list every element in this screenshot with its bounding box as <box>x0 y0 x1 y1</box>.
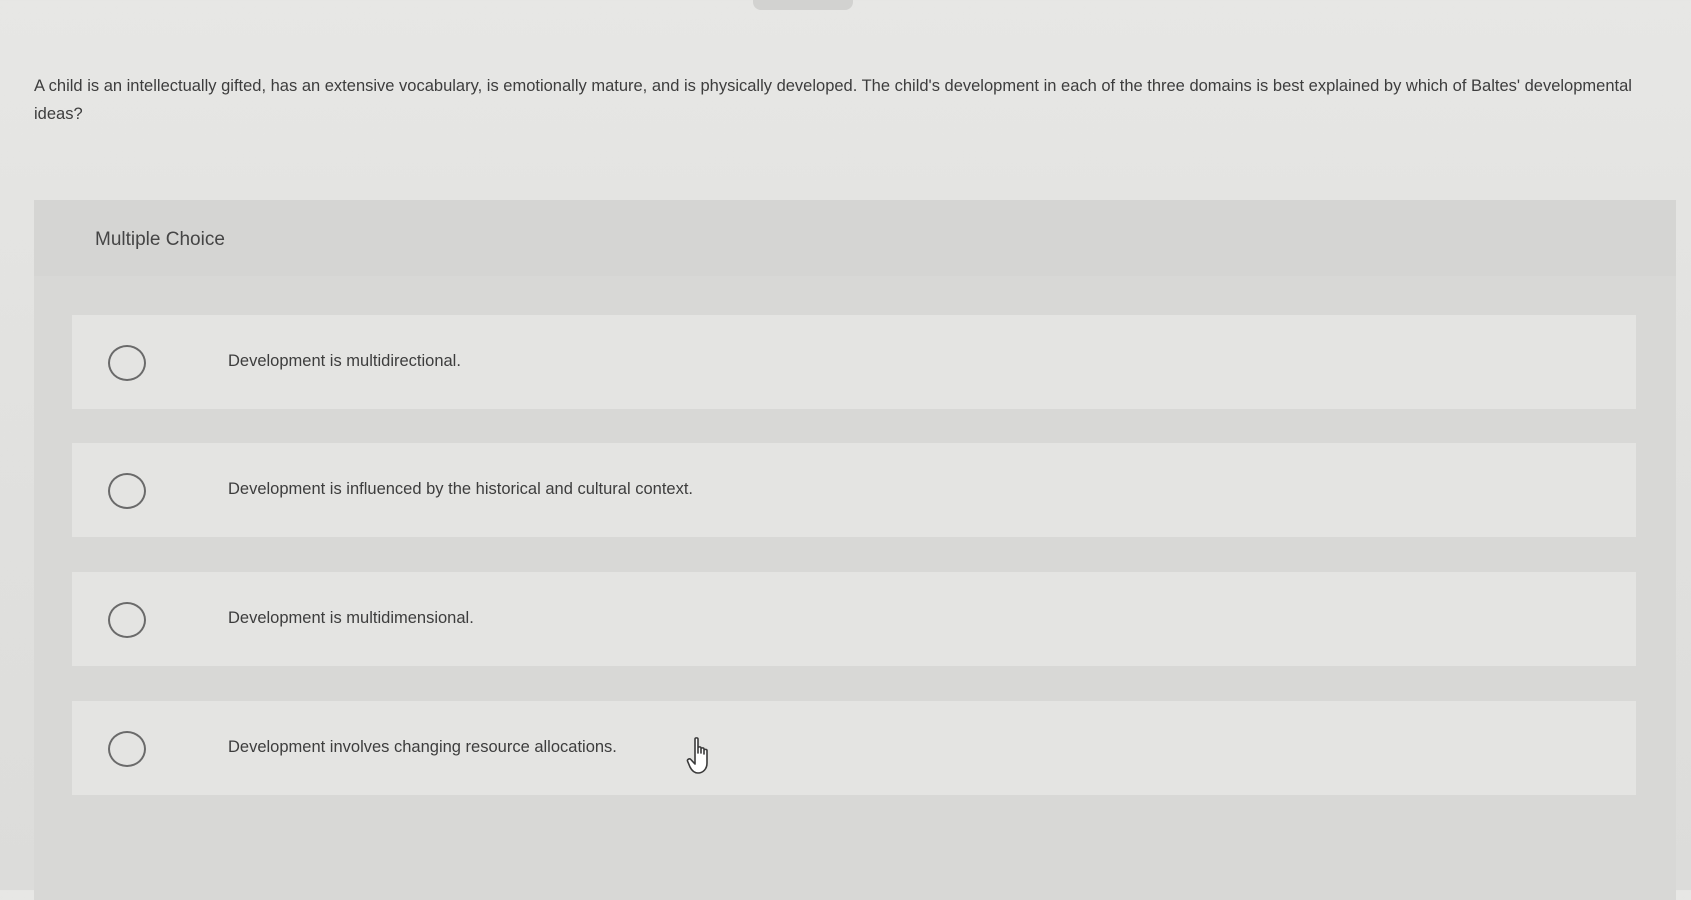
answer-option-3[interactable]: Development is multidimensional. <box>72 572 1636 666</box>
answer-option-2[interactable]: Development is influenced by the histori… <box>72 443 1636 537</box>
top-tab <box>753 0 853 10</box>
answer-option-label: Development is influenced by the histori… <box>228 480 694 498</box>
multiple-choice-panel: Multiple Choice Development is multidire… <box>34 200 1676 900</box>
radio-button-icon[interactable] <box>108 602 146 638</box>
multiple-choice-label: Multiple Choice <box>95 229 225 250</box>
answer-option-label: Development is multidimensional. <box>228 609 474 627</box>
radio-button-icon[interactable] <box>108 473 146 509</box>
answer-option-label: Development involves changing resource a… <box>228 738 617 756</box>
question-text: A child is an intellectually gifted, has… <box>34 77 1632 123</box>
radio-button-icon[interactable] <box>108 731 146 767</box>
radio-button-icon[interactable] <box>108 345 146 381</box>
hand-pointer-icon <box>686 737 708 774</box>
multiple-choice-header: Multiple Choice <box>34 200 1676 276</box>
answer-option-4[interactable]: Development involves changing resource a… <box>72 701 1636 795</box>
answer-option-label: Development is multidirectional. <box>228 352 461 370</box>
answer-option-1[interactable]: Development is multidirectional. <box>72 315 1636 409</box>
